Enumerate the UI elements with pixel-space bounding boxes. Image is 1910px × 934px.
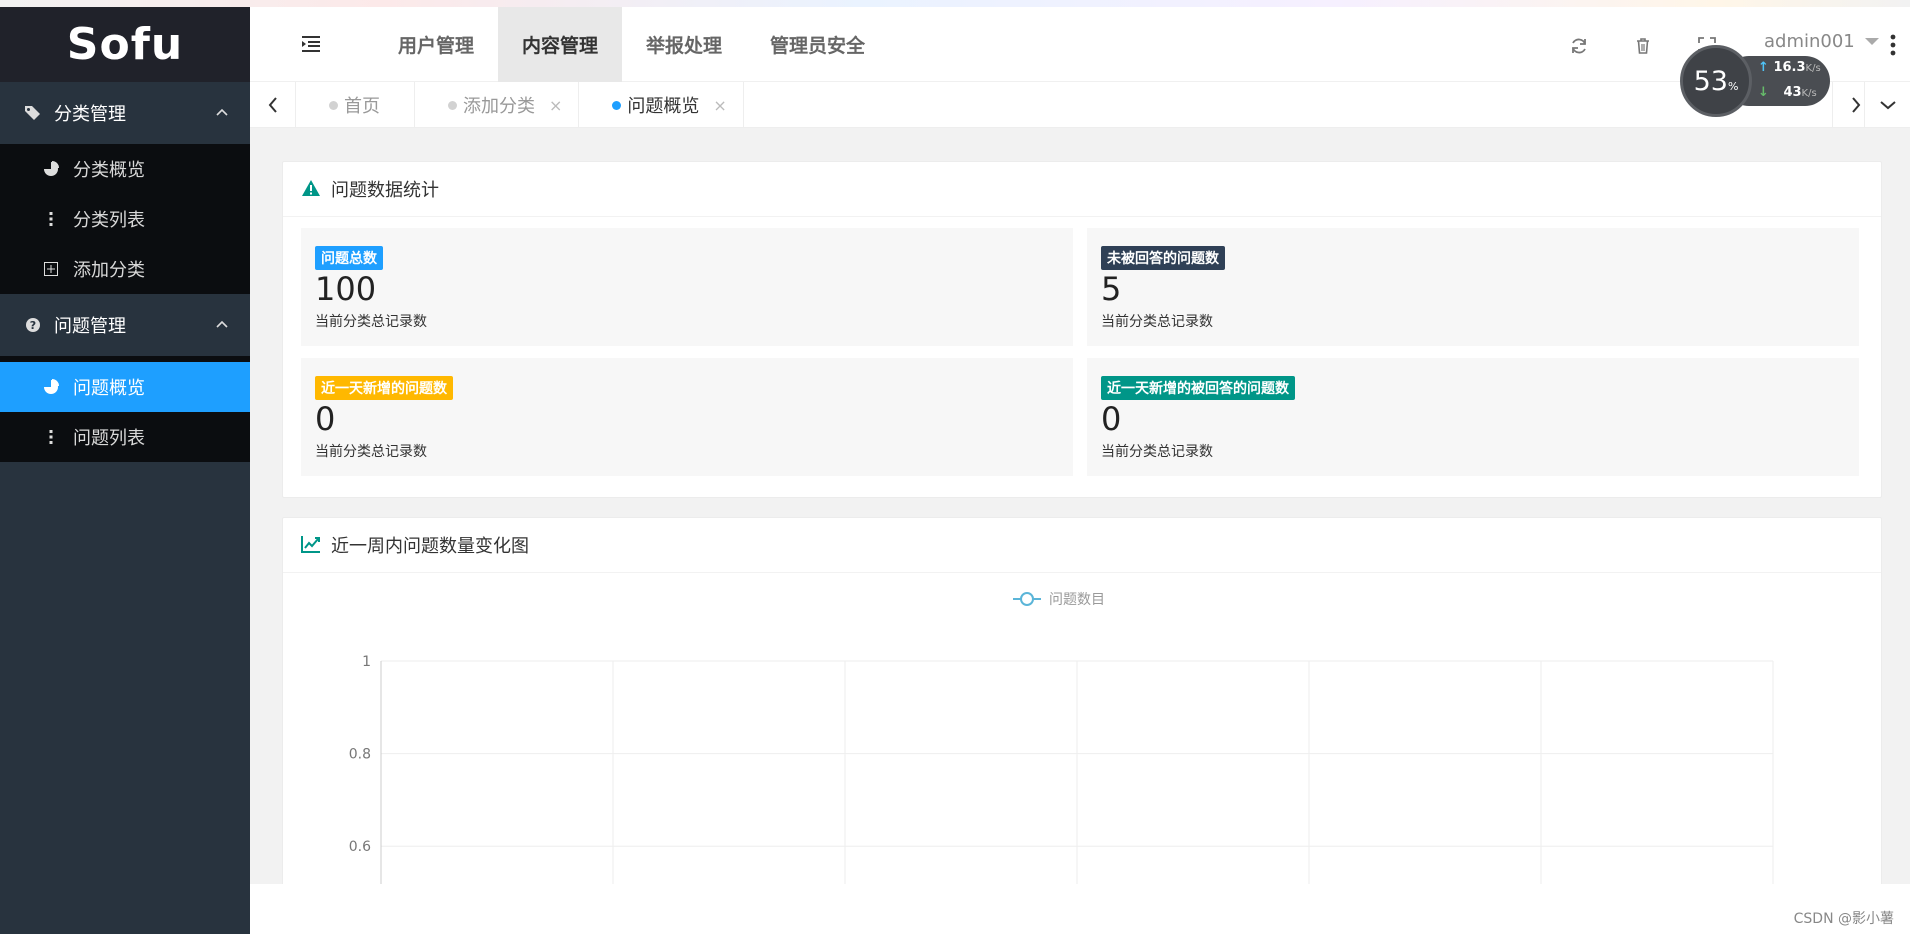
caret-down-icon bbox=[1864, 38, 1879, 45]
arrow-up-icon: ↑ bbox=[1758, 60, 1769, 75]
y-tick-label: 1 bbox=[362, 654, 371, 670]
nav-admin-security[interactable]: 管理员安全 bbox=[746, 7, 889, 82]
chevron-up-icon bbox=[216, 320, 228, 328]
tabs-scroll-left-button[interactable] bbox=[250, 82, 296, 128]
legend-marker bbox=[1020, 592, 1034, 606]
stat-desc: 当前分类总记录数 bbox=[315, 314, 427, 330]
sidebar: Sofu 分类管理 分类概览 分类列表 添加分类 ? 问题管理 问题概览 问题列… bbox=[0, 7, 250, 934]
stats-card-title: 问题数据统计 bbox=[331, 180, 439, 201]
sidebar-item-question-list[interactable]: 问题列表 bbox=[0, 412, 250, 462]
chart-svg: 问题数目 1 0.8 0.6 bbox=[349, 592, 1774, 884]
question-circle-icon: ? bbox=[24, 317, 42, 333]
vertical-dots-icon bbox=[43, 211, 59, 227]
nav-content-management[interactable]: 内容管理 bbox=[498, 7, 623, 82]
chevron-down-icon bbox=[1879, 101, 1896, 110]
footer: CSDN @影小薯 bbox=[250, 884, 1910, 934]
pie-chart-icon bbox=[43, 379, 59, 395]
tab-status-dot bbox=[612, 101, 622, 110]
stat-value: 0 bbox=[1101, 400, 1122, 438]
more-vertical-icon[interactable] bbox=[1890, 34, 1896, 56]
sidebar-group-label: 分类管理 bbox=[54, 104, 126, 125]
refresh-icon[interactable] bbox=[1570, 37, 1588, 55]
legend-label: 问题数目 bbox=[1049, 592, 1105, 608]
stat-value: 0 bbox=[315, 400, 336, 438]
chevron-left-icon bbox=[268, 97, 277, 113]
svg-text:?: ? bbox=[30, 319, 36, 332]
tabs-dropdown-button[interactable] bbox=[1864, 82, 1910, 128]
main-content: 问题数据统计 问题总数 100 当前分类总记录数 未被回答的问题数 5 当前分类… bbox=[250, 128, 1910, 884]
stat-desc: 当前分类总记录数 bbox=[315, 444, 427, 460]
watermark: CSDN @影小薯 bbox=[1793, 911, 1894, 927]
stat-desc: 当前分类总记录数 bbox=[1101, 444, 1213, 460]
line-chart: 问题数目 1 0.8 0.6 bbox=[283, 573, 1881, 884]
stat-value: 5 bbox=[1101, 270, 1122, 308]
sidebar-item-category-overview[interactable]: 分类概览 bbox=[0, 144, 250, 194]
arrow-down-icon: ↓ bbox=[1758, 85, 1769, 100]
tab-status-dot bbox=[329, 101, 338, 110]
stat-new-answered-day: 近一天新增的被回答的问题数 0 当前分类总记录数 bbox=[1087, 358, 1859, 476]
stat-total-questions: 问题总数 100 当前分类总记录数 bbox=[301, 228, 1073, 346]
warning-icon bbox=[301, 179, 321, 199]
stat-unanswered-questions: 未被回答的问题数 5 当前分类总记录数 bbox=[1087, 228, 1859, 346]
tab-question-overview[interactable]: 问题概览 × bbox=[579, 82, 744, 128]
sidebar-item-category-list[interactable]: 分类列表 bbox=[0, 194, 250, 244]
tags-icon bbox=[24, 105, 42, 121]
pie-chart-icon bbox=[43, 161, 59, 177]
chart-card-header: 近一周内问题数量变化图 bbox=[283, 518, 1881, 573]
trash-icon[interactable] bbox=[1634, 37, 1652, 55]
chart-card: 近一周内问题数量变化图 问题数目 1 0.8 0.6 bbox=[282, 517, 1882, 884]
y-tick-label: 0.6 bbox=[349, 839, 371, 855]
stat-desc: 当前分类总记录数 bbox=[1101, 314, 1213, 330]
chevron-up-icon bbox=[216, 108, 228, 116]
stat-value: 100 bbox=[315, 270, 377, 308]
sidebar-group-question[interactable]: ? 问题管理 bbox=[0, 294, 250, 356]
header-nav: 用户管理 内容管理 举报处理 管理员安全 bbox=[374, 7, 889, 82]
stat-new-questions-day: 近一天新增的问题数 0 当前分类总记录数 bbox=[301, 358, 1073, 476]
sidebar-group-category[interactable]: 分类管理 bbox=[0, 82, 250, 144]
stat-badge: 问题总数 bbox=[315, 246, 383, 270]
logo: Sofu bbox=[0, 7, 250, 82]
chevron-right-icon bbox=[1851, 97, 1860, 113]
stats-grid: 问题总数 100 当前分类总记录数 未被回答的问题数 5 当前分类总记录数 近一… bbox=[283, 217, 1881, 492]
tab-home[interactable]: 首页 bbox=[296, 82, 415, 128]
stat-badge: 近一天新增的问题数 bbox=[315, 376, 453, 400]
sidebar-item-question-overview[interactable]: 问题概览 bbox=[0, 362, 250, 412]
cpu-usage-circle: 53% bbox=[1680, 45, 1752, 117]
top-header: 用户管理 内容管理 举报处理 管理员安全 admin001 bbox=[250, 7, 1910, 82]
chart-card-title: 近一周内问题数量变化图 bbox=[331, 536, 529, 557]
browser-top-strip bbox=[0, 0, 1910, 7]
plus-square-icon bbox=[43, 262, 59, 276]
stat-badge: 未被回答的问题数 bbox=[1101, 246, 1225, 270]
y-tick-label: 0.8 bbox=[349, 747, 371, 763]
tab-close-icon[interactable]: × bbox=[713, 96, 726, 115]
upload-speed: ↑ 16.3K/s bbox=[1758, 60, 1821, 75]
line-chart-icon bbox=[301, 535, 321, 555]
tab-close-icon[interactable]: × bbox=[549, 96, 562, 115]
nav-user-management[interactable]: 用户管理 bbox=[374, 7, 498, 82]
download-speed: ↓ 43K/s bbox=[1758, 85, 1817, 100]
nav-report-handling[interactable]: 举报处理 bbox=[622, 7, 746, 82]
sidebar-group-label: 问题管理 bbox=[54, 316, 126, 337]
tab-status-dot bbox=[448, 101, 457, 110]
vertical-dots-icon bbox=[43, 429, 59, 445]
page-tabs-bar: 首页 添加分类 × 问题概览 × bbox=[250, 82, 1910, 128]
sidebar-group-question-body: 问题概览 问题列表 bbox=[0, 356, 250, 462]
sidebar-group-category-body: 分类概览 分类列表 添加分类 bbox=[0, 144, 250, 294]
stats-card: 问题数据统计 问题总数 100 当前分类总记录数 未被回答的问题数 5 当前分类… bbox=[282, 161, 1882, 498]
stat-badge: 近一天新增的被回答的问题数 bbox=[1101, 376, 1295, 400]
tab-list: 首页 添加分类 × 问题概览 × bbox=[296, 82, 744, 128]
stats-card-header: 问题数据统计 bbox=[283, 162, 1881, 217]
menu-toggle-icon[interactable] bbox=[300, 34, 322, 54]
network-speed-widget[interactable]: 53% ↑ 16.3K/s ↓ 43K/s bbox=[1680, 45, 1832, 117]
tab-add-category[interactable]: 添加分类 × bbox=[415, 82, 580, 128]
sidebar-item-add-category[interactable]: 添加分类 bbox=[0, 244, 250, 294]
